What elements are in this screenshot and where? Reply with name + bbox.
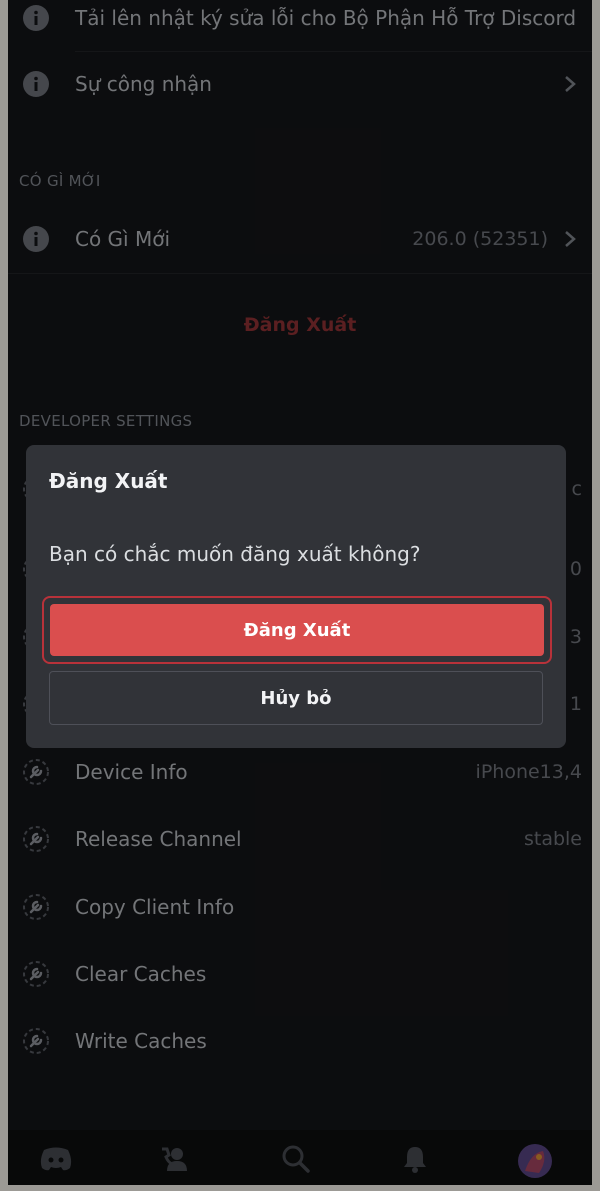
confirm-logout-button[interactable]: Đăng Xuất: [50, 604, 544, 656]
logout-dialog: Đăng Xuất Bạn có chắc muốn đăng xuất khô…: [26, 445, 566, 748]
confirm-focus-ring: Đăng Xuất: [42, 596, 552, 664]
dialog-title: Đăng Xuất: [49, 469, 168, 493]
dialog-message: Bạn có chắc muốn đăng xuất không?: [49, 542, 421, 566]
app-screen: Tải lên nhật ký sửa lỗi cho Bộ Phận Hỗ T…: [8, 0, 592, 1185]
cancel-button[interactable]: Hủy bỏ: [49, 671, 543, 725]
